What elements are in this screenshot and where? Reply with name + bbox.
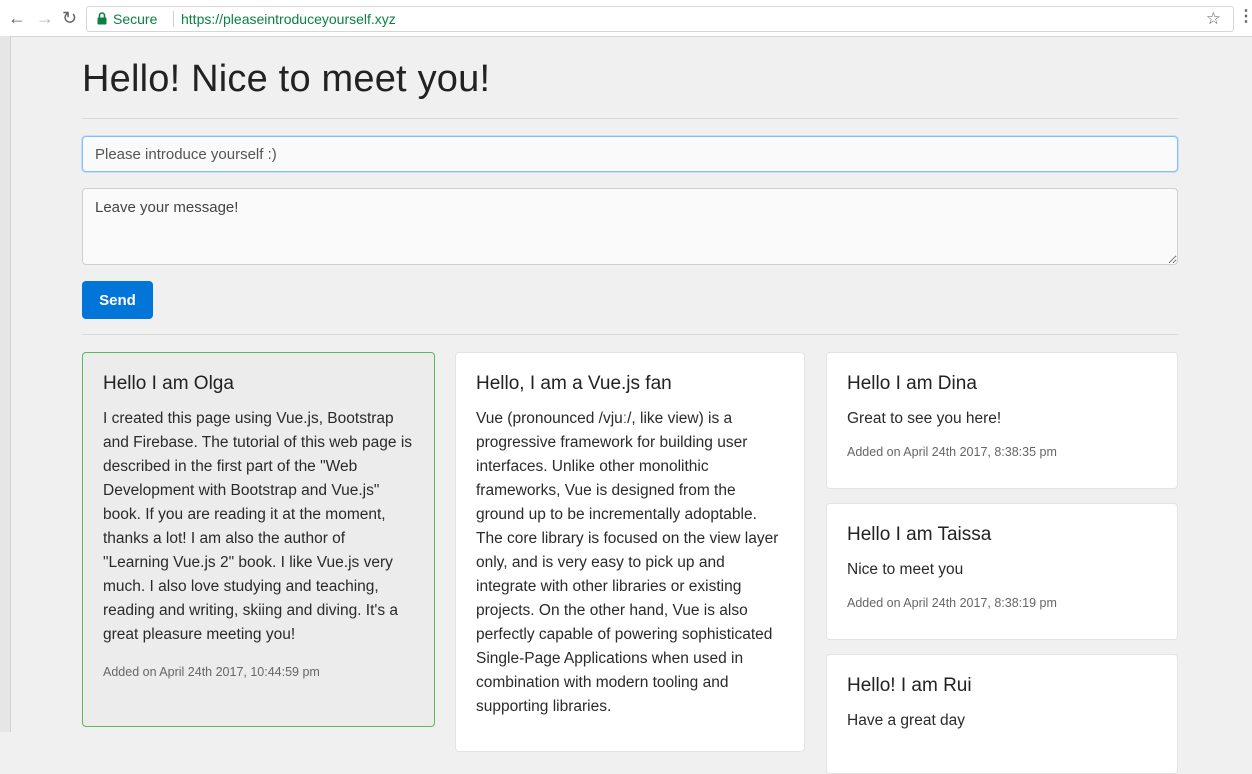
- message-card-dina: Hello I am Dina Great to see you here! A…: [826, 352, 1178, 489]
- card-text: Great to see you here!: [847, 410, 1002, 427]
- reload-icon[interactable]: ↻: [62, 8, 77, 28]
- card-timestamp: Added on April 24th 2017, 10:44:59 pm: [103, 665, 320, 679]
- name-input[interactable]: [82, 136, 1178, 172]
- back-arrow-icon[interactable]: ←: [8, 8, 26, 28]
- message-card-olga: Hello I am Olga I created this page usin…: [82, 352, 435, 727]
- page-title: Hello! Nice to meet you!: [82, 58, 491, 100]
- form-divider: [82, 334, 1178, 335]
- card-text: Vue (pronounced /vjuː/, like view) is a …: [476, 410, 779, 715]
- card-title: Hello I am Olga: [103, 373, 234, 394]
- forward-arrow-icon[interactable]: →: [36, 8, 54, 28]
- card-title: Hello! I am Rui: [847, 675, 972, 696]
- lock-icon: [97, 12, 107, 25]
- secure-label: Secure: [113, 11, 158, 27]
- bookmark-star-icon[interactable]: ☆: [1206, 9, 1221, 29]
- message-card-rui: Hello! I am Rui Have a great day: [826, 654, 1178, 774]
- card-timestamp: Added on April 24th 2017, 8:38:35 pm: [847, 445, 1057, 459]
- url-text[interactable]: https://pleaseintroduceyourself.xyz: [181, 11, 396, 27]
- message-textarea[interactable]: [82, 188, 1178, 265]
- card-text: Nice to meet you: [847, 561, 964, 578]
- address-divider: [173, 11, 174, 27]
- send-button[interactable]: Send: [82, 281, 153, 319]
- address-bar[interactable]: Secure https://pleaseintroduceyourself.x…: [86, 6, 1234, 32]
- message-card-taissa: Hello I am Taissa Nice to meet you Added…: [826, 503, 1178, 640]
- card-text: Have a great day: [847, 712, 966, 729]
- window-edge: [0, 36, 11, 732]
- message-card-vue-fan: Hello, I am a Vue.js fan Vue (pronounced…: [455, 352, 805, 752]
- menu-kebab-icon[interactable]: ⋮: [1238, 8, 1252, 26]
- title-divider: [82, 118, 1178, 119]
- browser-toolbar: ← → ↻ Secure https://pleaseintroduceyour…: [0, 0, 1252, 37]
- card-timestamp: Added on April 24th 2017, 8:38:19 pm: [847, 596, 1057, 610]
- card-title: Hello I am Taissa: [847, 524, 992, 545]
- card-text: I created this page using Vue.js, Bootst…: [103, 410, 413, 643]
- card-title: Hello, I am a Vue.js fan: [476, 373, 672, 394]
- card-title: Hello I am Dina: [847, 373, 977, 394]
